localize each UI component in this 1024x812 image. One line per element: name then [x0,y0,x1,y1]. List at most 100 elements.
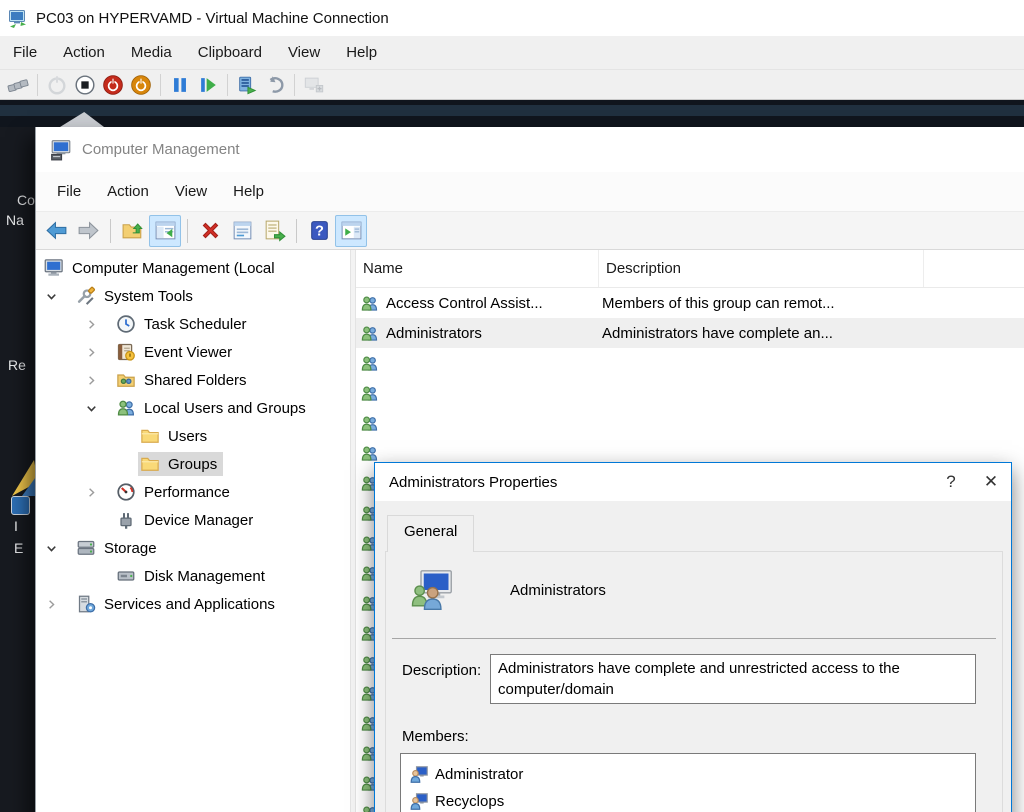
chevron-expanded-icon[interactable] [84,400,114,416]
desktop-text-fragment: I [14,518,18,534]
member-row-recyclops[interactable]: Recyclops [401,788,975,812]
column-header-name[interactable]: Name [356,250,599,287]
dialog-tab-panel: Administrators Description: Administrato… [385,551,1003,812]
chevron-expanded-icon[interactable] [44,540,74,556]
user-icon [410,792,429,811]
delete-icon[interactable] [194,215,226,247]
chevron-expanded-icon[interactable] [44,288,74,304]
chevron-collapsed-icon[interactable] [84,316,114,332]
svg-text:?: ? [315,224,324,240]
tree-item-computer-management-local[interactable]: Computer Management (Local [36,254,350,282]
tree-item-label: Device Manager [144,512,253,529]
dialog-close-button[interactable]: ✕ [971,463,1011,501]
tree-item-storage[interactable]: Storage [36,534,350,562]
description-textbox[interactable]: Administrators have complete and unrestr… [490,654,976,704]
list-row-access-control-assist[interactable]: Access Control Assist...Members of this … [356,288,1024,318]
folder-icon [140,426,160,446]
list-row-obscured[interactable] [356,378,1024,408]
back-icon[interactable] [40,215,72,247]
tree-item-task-scheduler[interactable]: Task Scheduler [36,310,350,338]
tree-item-local-users-and-groups[interactable]: Local Users and Groups [36,394,350,422]
list-row-obscured[interactable] [356,408,1024,438]
cm-menu-view[interactable]: View [162,177,220,206]
tree-item-device-manager[interactable]: Device Manager [36,506,350,534]
cm-menu-action[interactable]: Action [94,177,162,206]
tree-item-groups[interactable]: Groups [36,450,350,478]
vm-menu-view[interactable]: View [275,38,333,67]
tree-item-performance[interactable]: Performance [36,478,350,506]
properties-icon[interactable] [226,215,258,247]
ctrl-alt-del-icon[interactable] [4,72,32,98]
chevron-collapsed-icon[interactable] [84,484,114,500]
tree-item-label: Storage [104,540,157,557]
chevron-placeholder [84,568,114,584]
tab-general[interactable]: General [387,515,474,552]
resume-icon[interactable] [194,72,222,98]
performance-icon [116,482,136,502]
vm-menu-clipboard[interactable]: Clipboard [185,38,275,67]
list-row-administrators[interactable]: AdministratorsAdministrators have comple… [356,318,1024,348]
member-name: Recyclops [435,793,504,810]
vm-window-titlebar[interactable]: PC03 on HYPERVAMD - Virtual Machine Conn… [0,0,1024,36]
dialog-help-button[interactable]: ? [931,463,971,501]
tree-item-label: System Tools [104,288,193,305]
tools-icon [76,286,96,306]
chevron-collapsed-icon[interactable] [84,372,114,388]
cm-menu-file[interactable]: File [44,177,94,206]
desktop-shortcut-icon-small[interactable] [11,496,30,515]
up-folder-icon[interactable] [117,215,149,247]
cm-menu-help[interactable]: Help [220,177,277,206]
cell-name: Administrators [386,325,599,342]
tree-item-label: Shared Folders [144,372,247,389]
toolbar-separator [294,74,295,96]
vm-menu-action[interactable]: Action [50,38,118,67]
desktop-shortcut-icon[interactable] [8,456,38,498]
toolbar-separator [296,219,297,243]
chevron-collapsed-icon[interactable] [84,344,114,360]
description-row: Description: Administrators have complet… [402,654,990,704]
toolbar-separator [37,74,38,96]
vm-menu-media[interactable]: Media [118,38,185,67]
toolbar-separator [160,74,161,96]
shut-down-icon[interactable] [127,72,155,98]
members-listbox[interactable]: AdministratorRecyclopsVIAMONSTRA\Domain … [400,753,976,812]
column-header-description[interactable]: Description [599,250,924,287]
tree-item-services-and-applications[interactable]: Services and Applications [36,590,350,618]
forward-icon[interactable] [72,215,104,247]
stop-icon[interactable] [71,72,99,98]
cm-toolbar: ? [36,212,1024,250]
tree-item-event-viewer[interactable]: Event Viewer [36,338,350,366]
group-name-label: Administrators [510,582,606,599]
tree-item-shared-folders[interactable]: Shared Folders [36,366,350,394]
tree-item-disk-management[interactable]: Disk Management [36,562,350,590]
group-icon [116,398,136,418]
separator-line [392,638,996,639]
help-icon[interactable]: ? [303,215,335,247]
checkpoint-icon[interactable] [233,72,261,98]
tree-item-label: Event Viewer [144,344,232,361]
tree-item-users[interactable]: Users [36,422,350,450]
pause-icon[interactable] [166,72,194,98]
computer-icon [44,258,64,278]
member-row-administrator[interactable]: Administrator [401,761,975,788]
tree-item-label: Local Users and Groups [144,400,306,417]
power-icon [43,72,71,98]
vm-toolbar [0,70,1024,100]
tree-item-system-tools[interactable]: System Tools [36,282,350,310]
chevron-collapsed-icon[interactable] [44,596,74,612]
cm-titlebar[interactable]: Computer Management [36,127,1024,172]
cell-description: Members of this group can remot... [599,295,924,312]
revert-icon[interactable] [261,72,289,98]
console-tree-icon[interactable] [149,215,181,247]
export-list-icon[interactable] [258,215,290,247]
administrators-properties-dialog: Administrators Properties ? ✕ General Ad… [374,462,1012,812]
vm-menu-file[interactable]: File [0,38,50,67]
list-row-obscured[interactable] [356,348,1024,378]
dialog-titlebar[interactable]: Administrators Properties ? ✕ [375,463,1011,501]
tree-item-label: Performance [144,484,230,501]
turn-off-icon[interactable] [99,72,127,98]
device-icon [116,510,136,530]
vm-menu-help[interactable]: Help [333,38,390,67]
action-pane-icon[interactable] [335,215,367,247]
tree-item-label: Users [168,428,207,445]
